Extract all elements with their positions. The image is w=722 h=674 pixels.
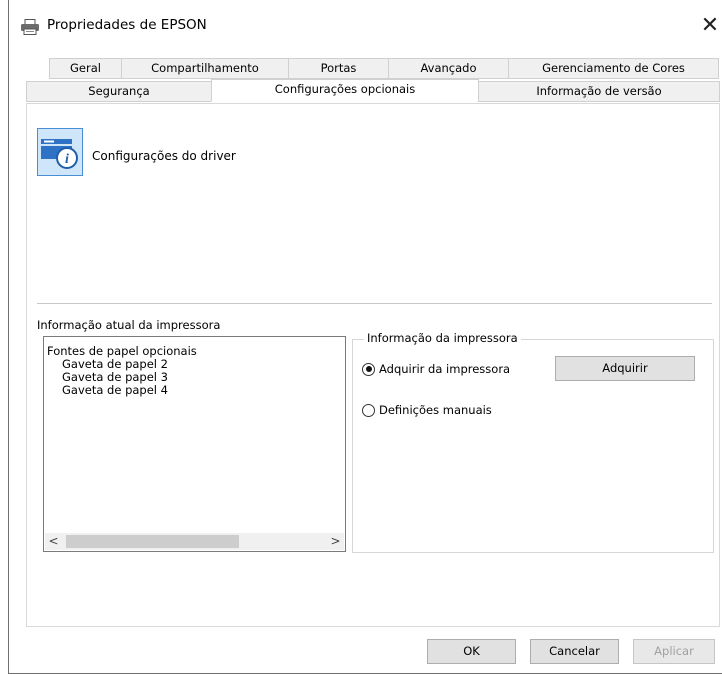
- printer-info-icon: i: [41, 139, 78, 169]
- radio-acquire-label: Adquirir da impressora: [379, 362, 511, 376]
- radio-unchecked-icon[interactable]: [362, 403, 375, 417]
- radio-checked-icon[interactable]: [362, 362, 375, 376]
- ok-button[interactable]: OK: [427, 639, 516, 664]
- properties-dialog: Propriedades de EPSON ✕ Geral Compartilh…: [8, 0, 722, 674]
- cancel-button[interactable]: Cancelar: [530, 639, 619, 664]
- close-icon: ✕: [700, 13, 720, 38]
- scroll-right-icon[interactable]: >: [327, 533, 344, 550]
- printer-info-group-legend: Informação da impressora: [364, 331, 521, 345]
- tab-avancado[interactable]: Avançado: [388, 58, 509, 79]
- printer-info-list[interactable]: Fontes de papel opcionais Gaveta de pape…: [43, 336, 346, 552]
- horizontal-scrollbar[interactable]: < >: [45, 533, 344, 550]
- radio-acquire-from-printer[interactable]: Adquirir da impressora: [362, 362, 510, 376]
- svg-text:i: i: [65, 152, 69, 167]
- separator: [37, 303, 712, 304]
- tab-seguranca[interactable]: Segurança: [26, 81, 212, 102]
- tab-configuracoes-opcionais[interactable]: Configurações opcionais: [211, 79, 479, 102]
- scroll-left-icon[interactable]: <: [45, 533, 62, 550]
- close-button[interactable]: ✕: [697, 13, 722, 39]
- tab-portas[interactable]: Portas: [288, 58, 389, 79]
- driver-settings-label[interactable]: Configurações do driver: [92, 149, 236, 163]
- printer-icon: [21, 19, 39, 35]
- tab-informacao-de-versao[interactable]: Informação de versão: [478, 81, 720, 102]
- scroll-thumb[interactable]: [66, 535, 239, 548]
- acquire-button[interactable]: Adquirir: [555, 356, 695, 381]
- title-bar: Propriedades de EPSON ✕: [9, 0, 722, 46]
- window-title: Propriedades de EPSON: [47, 17, 207, 33]
- radio-manual-settings[interactable]: Definições manuais: [362, 403, 492, 417]
- tab-gerenciamento-de-cores[interactable]: Gerenciamento de Cores: [508, 58, 719, 79]
- tab-geral[interactable]: Geral: [49, 58, 122, 79]
- driver-settings-button[interactable]: i: [37, 128, 83, 176]
- apply-button[interactable]: Aplicar: [633, 639, 715, 664]
- radio-manual-label: Definições manuais: [379, 403, 492, 417]
- list-item: Gaveta de papel 4: [62, 383, 168, 397]
- current-printer-info-label: Informação atual da impressora: [37, 318, 221, 332]
- tab-compartilhamento[interactable]: Compartilhamento: [121, 58, 289, 79]
